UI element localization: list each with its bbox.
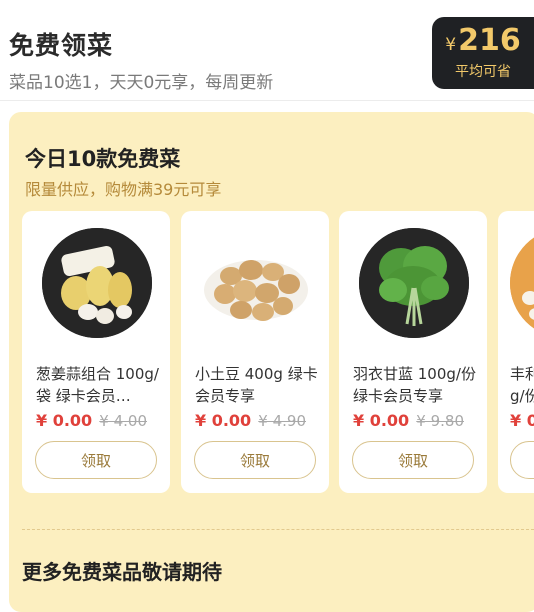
claim-button[interactable]: 领取 [194,441,316,479]
price-current: ¥ 0.00 [353,411,410,430]
claim-button[interactable] [510,441,534,479]
claim-button[interactable]: 领取 [352,441,474,479]
product-card[interactable]: 丰利…g/份… ¥ 0 [498,211,534,493]
panel-title: 今日10款免费菜 [25,147,181,171]
price-original: ¥ 4.00 [99,412,147,430]
product-price: ¥ 0.00 ¥ 4.90 [195,411,306,430]
price-current: ¥ 0 [510,411,534,430]
savings-caption: 平均可省 [455,64,511,80]
savings-badge: ¥ 216 平均可省 [432,17,534,89]
kale-icon [359,228,469,338]
garlic-ginger-scallion-icon [42,228,152,338]
price-current: ¥ 0.00 [36,411,93,430]
product-name: 葱姜蒜组合 100g/袋 绿卡会员… [36,365,159,405]
product-card[interactable]: 小土豆 400g 绿卡会员专享 ¥ 0.00 ¥ 4.90 领取 [181,211,329,493]
header-divider [0,100,534,101]
vegetable-icon [510,228,534,338]
section-divider [22,529,534,530]
price-original: ¥ 4.90 [258,412,306,430]
product-name: 丰利…g/份… [510,365,534,405]
product-price: ¥ 0.00 ¥ 9.80 [353,411,464,430]
price-current: ¥ 0.00 [195,411,252,430]
product-price: ¥ 0.00 ¥ 4.00 [36,411,147,430]
product-name: 羽衣甘蓝 100g/份 绿卡会员专享 [353,365,476,405]
savings-amount: ¥ 216 [445,25,520,57]
savings-value: 216 [458,23,521,58]
product-card[interactable]: 葱姜蒜组合 100g/袋 绿卡会员… ¥ 0.00 ¥ 4.00 领取 [22,211,170,493]
more-coming-title: 更多免费菜品敬请期待 [22,560,222,584]
panel-subtitle: 限量供应，购物满39元可享 [25,180,222,199]
product-card[interactable]: 羽衣甘蓝 100g/份 绿卡会员专享 ¥ 0.00 ¥ 9.80 领取 [339,211,487,493]
page-title: 免费领菜 [9,31,114,60]
claim-button[interactable]: 领取 [35,441,157,479]
savings-currency: ¥ [445,35,457,55]
page-subtitle: 菜品10选1，天天0元享，每周更新 [9,73,274,93]
product-name: 小土豆 400g 绿卡会员专享 [195,365,318,405]
price-original: ¥ 9.80 [416,412,464,430]
potato-icon [201,228,311,338]
product-price: ¥ 0 [510,411,534,430]
